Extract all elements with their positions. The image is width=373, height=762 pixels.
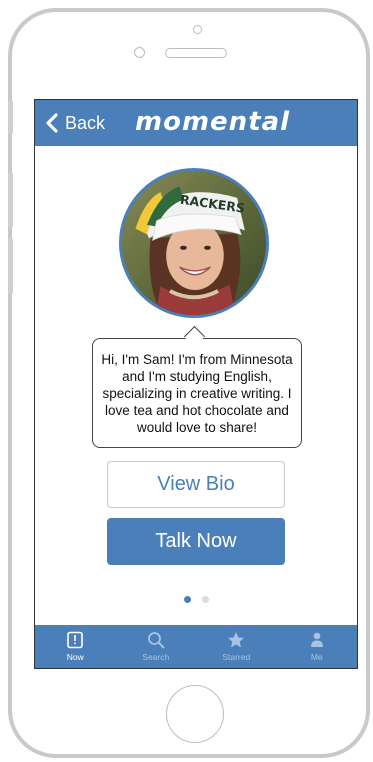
talk-now-button[interactable]: Talk Now bbox=[107, 518, 285, 565]
front-camera bbox=[193, 25, 202, 34]
volume-up-button bbox=[8, 172, 13, 228]
app-logo: momental bbox=[135, 107, 291, 137]
app-screen: Back momental RACKERS Hi, I'm Sam! I'm f… bbox=[34, 99, 358, 669]
mute-switch bbox=[8, 100, 13, 134]
back-label: Back bbox=[65, 112, 106, 133]
proximity-sensor bbox=[134, 47, 145, 58]
tab-me[interactable]: Me bbox=[277, 625, 358, 668]
tab-me-label: Me bbox=[310, 652, 323, 662]
now-icon bbox=[67, 631, 84, 649]
profile-avatar[interactable]: RACKERS bbox=[119, 168, 269, 318]
profile-card: RACKERS Hi, I'm Sam! I'm from Minnesota … bbox=[35, 146, 357, 625]
person-icon bbox=[310, 632, 323, 647]
tab-starred[interactable]: Starred bbox=[196, 625, 277, 668]
profile-photo: RACKERS bbox=[122, 171, 266, 315]
volume-down-button bbox=[8, 238, 13, 294]
home-button[interactable] bbox=[166, 685, 224, 743]
tab-search-label: Search bbox=[142, 652, 170, 662]
bottom-tab-bar: Now Search Starred Me bbox=[35, 625, 358, 668]
page-indicator bbox=[35, 596, 357, 603]
tab-now-label: Now bbox=[66, 652, 84, 662]
back-button[interactable]: Back bbox=[45, 110, 105, 136]
tab-now[interactable]: Now bbox=[35, 625, 116, 668]
star-icon bbox=[228, 632, 245, 648]
search-icon bbox=[147, 632, 165, 649]
view-bio-button[interactable]: View Bio bbox=[107, 461, 285, 508]
tab-starred-label: Starred bbox=[222, 652, 251, 662]
bio-speech-bubble: Hi, I'm Sam! I'm from Minnesota and I'm … bbox=[92, 338, 302, 448]
earpiece-speaker bbox=[165, 48, 227, 58]
bio-text: Hi, I'm Sam! I'm from Minnesota and I'm … bbox=[101, 351, 293, 435]
tab-search[interactable]: Search bbox=[116, 625, 197, 668]
page-dot-2[interactable] bbox=[201, 596, 209, 603]
chevron-left-icon bbox=[46, 113, 58, 133]
page-dot-1[interactable] bbox=[183, 596, 191, 603]
top-nav-bar: Back momental bbox=[35, 100, 357, 146]
